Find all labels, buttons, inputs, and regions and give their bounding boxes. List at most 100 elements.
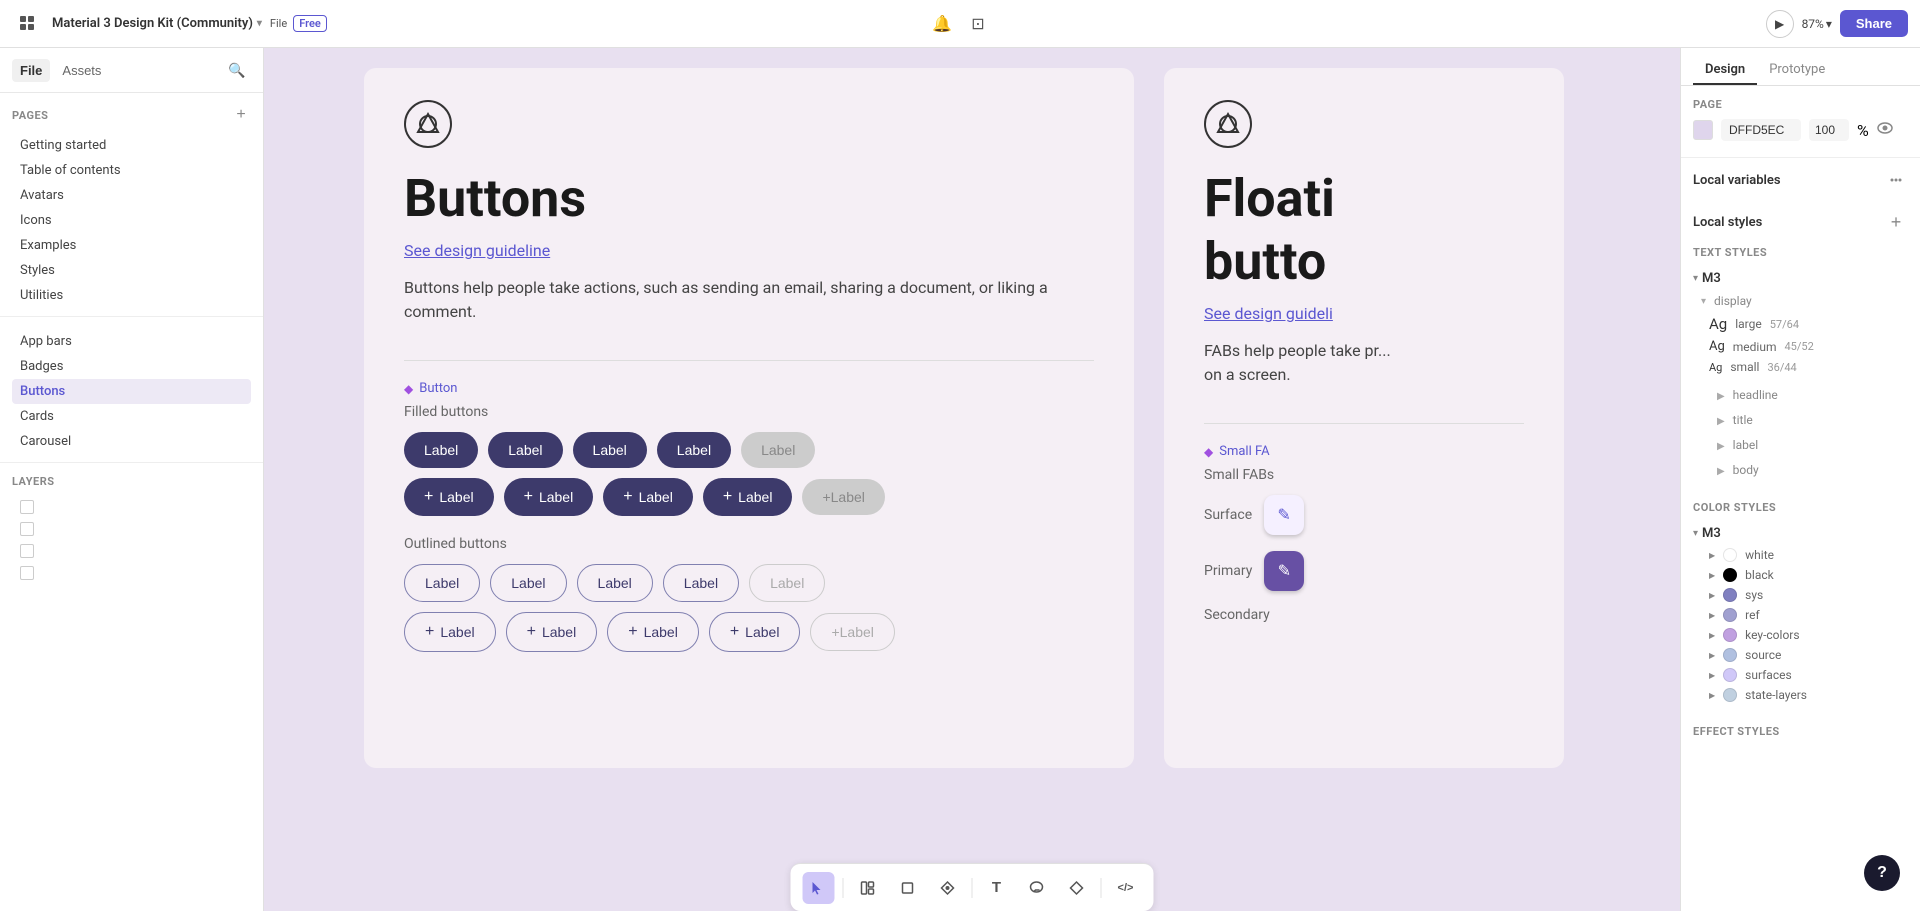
- canvas: Buttons See design guideline Buttons hel…: [264, 48, 1680, 911]
- layer-item[interactable]: [12, 540, 251, 562]
- color-category-m3-header[interactable]: ▾ M3: [1693, 522, 1908, 545]
- frame2-title: Floati: [1204, 168, 1524, 229]
- color-style-white[interactable]: ▶ white: [1693, 545, 1908, 565]
- filled-buttons-label: Filled buttons: [404, 404, 1094, 420]
- page-item-getting-started[interactable]: Getting started: [12, 133, 251, 158]
- outlined-buttons-label: Outlined buttons: [404, 536, 1094, 552]
- layer-item[interactable]: [12, 518, 251, 540]
- frame2-link[interactable]: See design guideli: [1204, 304, 1524, 323]
- color-style-ref[interactable]: ▶ ref: [1693, 605, 1908, 625]
- color-styles-section: Color styles ▾ M3 ▶ white ▶ black ▶: [1681, 497, 1920, 713]
- tool-component-button[interactable]: [1061, 872, 1093, 904]
- frame-design-guideline-link[interactable]: See design guideline: [404, 241, 1094, 260]
- tab-assets[interactable]: Assets: [54, 59, 109, 82]
- app-menu-button[interactable]: [12, 8, 44, 40]
- body-group-header[interactable]: ▶ body: [1693, 456, 1908, 481]
- visibility-toggle[interactable]: [1877, 122, 1893, 138]
- outlined-icon-btn-1[interactable]: +Label: [404, 612, 496, 652]
- tool-select-button[interactable]: [803, 872, 835, 904]
- component-item-carousel[interactable]: Carousel: [12, 429, 251, 454]
- page-item-avatars[interactable]: Avatars: [12, 183, 251, 208]
- filled-btn-2[interactable]: Label: [488, 432, 562, 468]
- page-opacity-input[interactable]: [1809, 119, 1849, 141]
- page-item-icons[interactable]: Icons: [12, 208, 251, 233]
- outlined-btn-2[interactable]: Label: [490, 564, 566, 602]
- component-item-buttons[interactable]: Buttons: [12, 379, 251, 404]
- outlined-btn-1[interactable]: Label: [404, 564, 480, 602]
- component-item-badges[interactable]: Badges: [12, 354, 251, 379]
- help-button[interactable]: ?: [1864, 855, 1900, 891]
- layout-button[interactable]: ⊡: [962, 8, 994, 40]
- label-group-header[interactable]: ▶ label: [1693, 431, 1908, 456]
- outlined-icon-btn-2[interactable]: +Label: [506, 612, 598, 652]
- page-color-input[interactable]: [1721, 119, 1801, 141]
- page-item-examples[interactable]: Examples: [12, 233, 251, 258]
- page-color-swatch[interactable]: [1693, 120, 1713, 140]
- text-styles-title: Text styles: [1693, 246, 1908, 259]
- color-style-surfaces[interactable]: ▶ surfaces: [1693, 665, 1908, 685]
- color-style-black[interactable]: ▶ black: [1693, 565, 1908, 585]
- filled-icon-btn-4[interactable]: +Label: [703, 478, 793, 516]
- outlined-btn-4[interactable]: Label: [663, 564, 739, 602]
- tool-comment-button[interactable]: [1021, 872, 1053, 904]
- outlined-icon-btn-4[interactable]: +Label: [709, 612, 801, 652]
- play-button[interactable]: ▶: [1766, 10, 1794, 38]
- filled-btn-1[interactable]: Label: [404, 432, 478, 468]
- tab-prototype[interactable]: Prototype: [1757, 56, 1837, 85]
- color-swatch-source: [1723, 648, 1737, 662]
- notification-button[interactable]: 🔔: [926, 8, 958, 40]
- fab-primary-button[interactable]: ✎: [1264, 551, 1304, 591]
- tool-pen-button[interactable]: [932, 872, 964, 904]
- text-style-small[interactable]: Ag small 36/44: [1693, 357, 1908, 377]
- outlined-btn-3[interactable]: Label: [577, 564, 653, 602]
- add-page-button[interactable]: +: [231, 105, 251, 125]
- color-style-sys[interactable]: ▶ sys: [1693, 585, 1908, 605]
- search-button[interactable]: 🔍: [223, 56, 251, 84]
- zoom-level[interactable]: Page 87% ▾: [1802, 17, 1832, 31]
- color-style-state-layers[interactable]: ▶ state-layers: [1693, 685, 1908, 705]
- tool-code-button[interactable]: </>: [1110, 872, 1142, 904]
- filled-icon-btn-5-disabled: +Label: [802, 479, 884, 515]
- title-group-header[interactable]: ▶ title: [1693, 406, 1908, 431]
- page-item-utilities[interactable]: Utilities: [12, 283, 251, 308]
- headline-group-header[interactable]: ▶ headline: [1693, 381, 1908, 406]
- percent-sign: %: [1857, 121, 1869, 140]
- color-swatch-black: [1723, 568, 1737, 582]
- color-name-sys: sys: [1745, 588, 1763, 602]
- local-variables-settings-button[interactable]: [1884, 168, 1908, 192]
- filled-icon-btn-1[interactable]: +Label: [404, 478, 494, 516]
- filled-btn-3[interactable]: Label: [573, 432, 647, 468]
- layer-item[interactable]: [12, 496, 251, 518]
- fab-surface-button[interactable]: ✎: [1264, 495, 1304, 535]
- local-variables-title: Local variables: [1693, 173, 1781, 188]
- filled-icon-btn-3[interactable]: +Label: [603, 478, 693, 516]
- text-style-preview-ag-large: Ag: [1709, 315, 1727, 333]
- page-item-styles[interactable]: Styles: [12, 258, 251, 283]
- page-item-table-of-contents[interactable]: Table of contents: [12, 158, 251, 183]
- text-category-m3-header[interactable]: ▾ M3: [1693, 267, 1908, 290]
- share-button[interactable]: Share: [1840, 10, 1908, 37]
- outlined-icon-btn-3[interactable]: +Label: [607, 612, 699, 652]
- component-item-appbars[interactable]: App bars: [12, 329, 251, 354]
- filled-btn-4[interactable]: Label: [657, 432, 731, 468]
- outlined-row-1: Label Label Label Label Label: [404, 564, 1094, 602]
- file-name[interactable]: Material 3 Design Kit (Community) ▾: [52, 16, 262, 31]
- add-local-style-button[interactable]: +: [1884, 210, 1908, 234]
- tool-text-button[interactable]: T: [981, 872, 1013, 904]
- layer-checkbox: [20, 544, 34, 558]
- color-name-surfaces: surfaces: [1745, 668, 1792, 682]
- filled-icon-btn-2[interactable]: +Label: [504, 478, 594, 516]
- outlined-row-2: +Label +Label +Label +Label +Label: [404, 612, 1094, 652]
- layer-item[interactable]: [12, 562, 251, 584]
- display-group-header[interactable]: ▾ display: [1693, 290, 1908, 312]
- text-style-large[interactable]: Ag large 57/64: [1693, 312, 1908, 336]
- tab-design[interactable]: Design: [1693, 56, 1757, 85]
- tab-file[interactable]: File: [12, 59, 50, 82]
- text-style-medium[interactable]: Ag medium 45/52: [1693, 336, 1908, 357]
- component-item-cards[interactable]: Cards: [12, 404, 251, 429]
- headline-chevron: ▶: [1717, 391, 1725, 402]
- tool-frame-button[interactable]: [852, 872, 884, 904]
- color-style-source[interactable]: ▶ source: [1693, 645, 1908, 665]
- color-style-key-colors[interactable]: ▶ key-colors: [1693, 625, 1908, 645]
- tool-shape-button[interactable]: [892, 872, 924, 904]
